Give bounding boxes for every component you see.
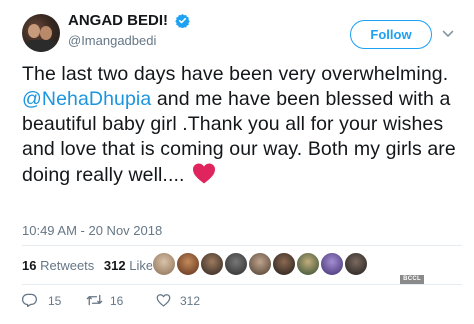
liker-avatar[interactable] bbox=[272, 252, 296, 276]
tweet-stats: 16 Retweets 312 Likes bbox=[22, 258, 166, 273]
follow-button[interactable]: Follow bbox=[350, 20, 432, 49]
retweet-icon bbox=[86, 294, 103, 306]
liker-avatar[interactable] bbox=[344, 252, 368, 276]
verified-badge-icon bbox=[175, 14, 191, 29]
retweets-count: 16 bbox=[22, 258, 37, 273]
likes-count: 312 bbox=[103, 258, 126, 273]
tweet-header: ANGAD BEDI! @Imangadbedi Follow bbox=[22, 12, 454, 52]
tweet-text: The last two days have been very overwhe… bbox=[22, 62, 460, 188]
divider bbox=[22, 245, 462, 246]
avatar[interactable] bbox=[22, 14, 60, 52]
retweets-stat[interactable]: 16 Retweets bbox=[22, 258, 94, 273]
liker-avatar[interactable] bbox=[224, 252, 248, 276]
reply-count: 15 bbox=[48, 294, 62, 308]
liker-avatar[interactable] bbox=[200, 252, 224, 276]
liker-avatar[interactable] bbox=[152, 252, 176, 276]
reply-action[interactable]: 15 bbox=[22, 290, 72, 310]
like-count: 312 bbox=[180, 294, 201, 308]
liker-avatar[interactable] bbox=[320, 252, 344, 276]
display-name[interactable]: ANGAD BEDI! bbox=[68, 12, 168, 29]
reply-icon bbox=[22, 293, 37, 307]
liker-avatar[interactable] bbox=[296, 252, 320, 276]
like-action[interactable]: 312 bbox=[156, 290, 216, 310]
liker-avatar[interactable] bbox=[248, 252, 272, 276]
divider bbox=[22, 284, 462, 285]
tweet-text-part: The last two days have been very overwhe… bbox=[22, 63, 449, 85]
retweet-count: 16 bbox=[110, 294, 124, 308]
heart-emoji-icon bbox=[193, 163, 216, 184]
mention-link[interactable]: @NehaDhupia bbox=[22, 88, 151, 110]
retweets-label: Retweets bbox=[40, 258, 95, 273]
like-icon bbox=[156, 294, 171, 307]
chevron-down-icon[interactable] bbox=[442, 28, 454, 40]
user-names: ANGAD BEDI! @Imangadbedi bbox=[68, 12, 191, 48]
liker-avatar[interactable] bbox=[176, 252, 200, 276]
watermark: BCCL bbox=[400, 275, 424, 284]
tweet-timestamp[interactable]: 10:49 AM - 20 Nov 2018 bbox=[22, 223, 162, 238]
user-handle[interactable]: @Imangadbedi bbox=[68, 33, 190, 48]
retweet-action[interactable]: 16 bbox=[86, 290, 136, 310]
